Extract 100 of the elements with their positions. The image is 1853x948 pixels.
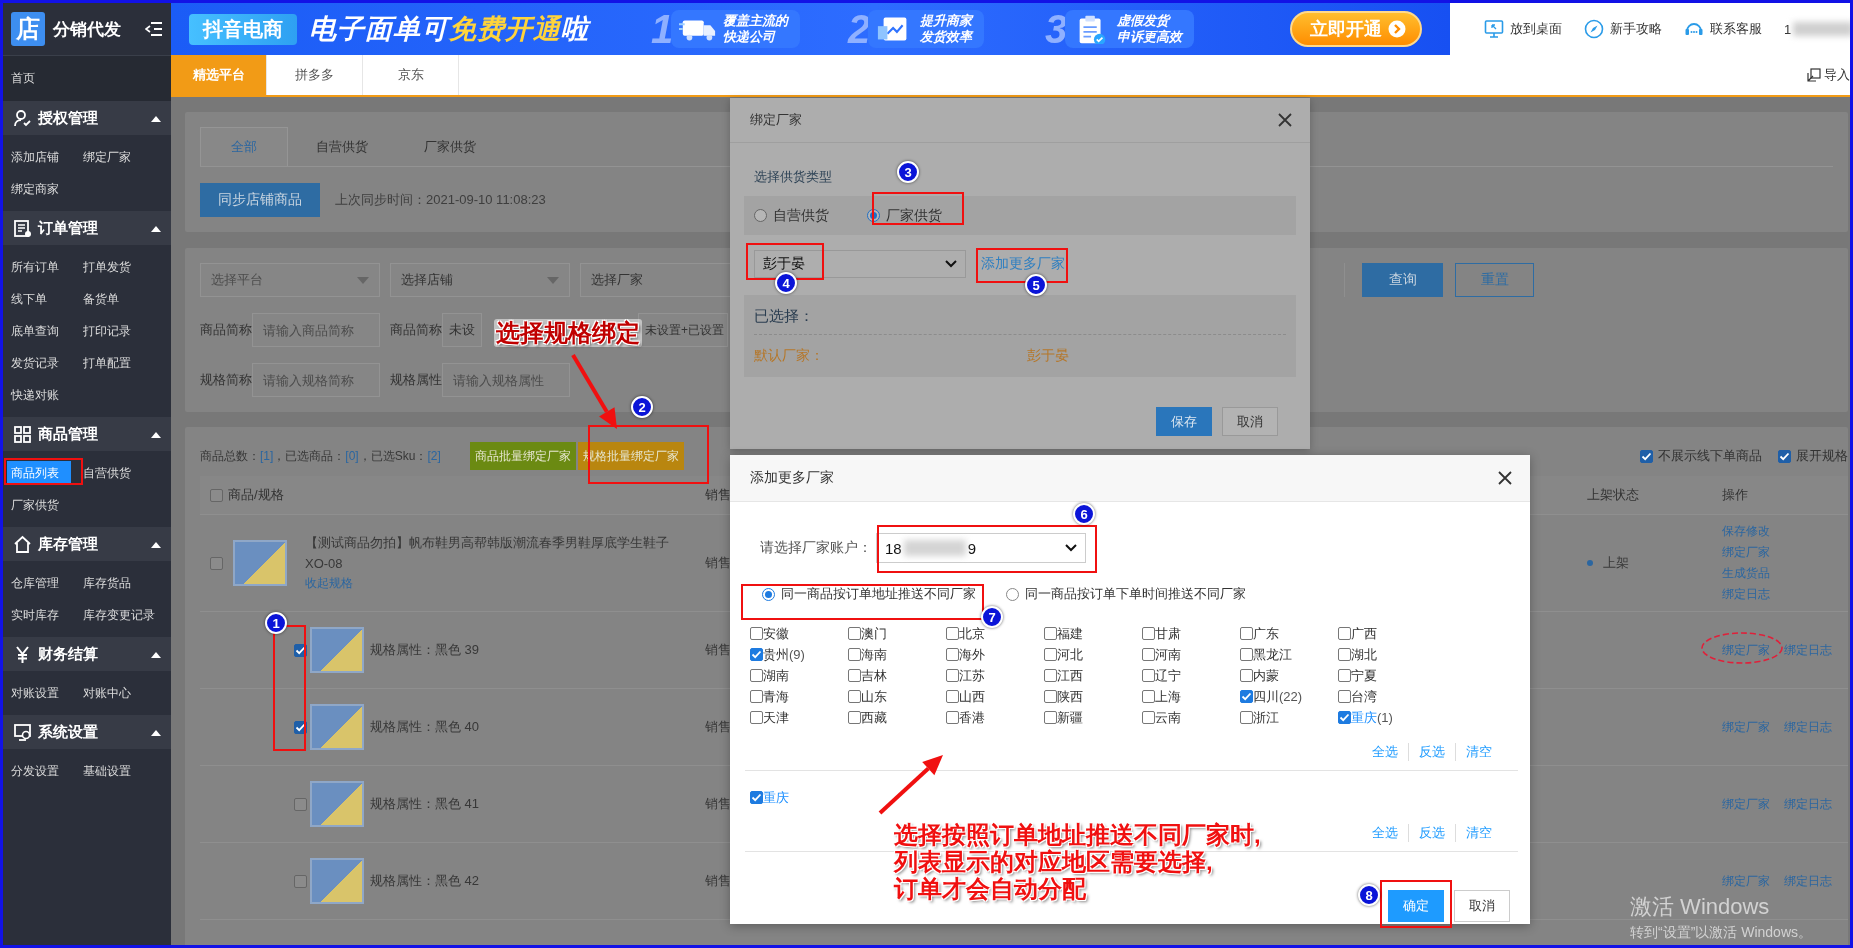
checkbox[interactable] [1240,669,1253,682]
menu-item[interactable]: 打单配置 [79,347,135,379]
batch-bind-button[interactable]: 商品批量绑定厂家 [469,442,576,470]
menu-item[interactable]: 分发设置 [7,755,63,787]
caret-icon[interactable] [151,114,161,122]
menu-item[interactable]: 底单查询 [7,315,63,347]
checkbox[interactable] [946,627,959,640]
menu-item[interactable]: 对账设置 [7,677,63,709]
menu-item[interactable]: 仓库管理 [7,567,63,599]
menu-item[interactable]: 基础设置 [79,755,135,787]
checkbox[interactable] [1640,449,1653,463]
checkbox[interactable] [1142,711,1155,724]
menu-item[interactable]: 线下单 [7,283,51,315]
menu-item[interactable]: 备货单 [79,283,123,315]
checkbox[interactable] [1142,669,1155,682]
menu-group-header[interactable]: 商品管理 [3,417,171,451]
collapse-menu-icon[interactable] [145,21,163,37]
caret-icon[interactable] [151,650,161,658]
query-button[interactable]: 查询 [1362,263,1443,297]
menu-item[interactable]: 厂家供货 [7,489,63,521]
caret-icon[interactable] [151,430,161,438]
caret-icon[interactable] [151,728,161,736]
checkbox[interactable] [1338,627,1351,640]
checkbox[interactable] [946,711,959,724]
checkbox[interactable] [848,648,861,661]
checkbox[interactable] [1338,648,1351,661]
menu-item[interactable]: 所有订单 [7,251,63,283]
checkbox[interactable] [1240,648,1253,661]
checkbox[interactable] [946,669,959,682]
home-menu-item[interactable]: 首页 [3,55,171,101]
select-field[interactable]: 选择店铺 [390,263,570,297]
checkbox[interactable] [848,669,861,682]
supply-tab[interactable]: 自营供货 [288,127,396,166]
checkbox[interactable] [1142,690,1155,703]
menu-item[interactable]: 实时库存 [7,599,63,631]
checkbox[interactable] [1338,690,1351,703]
checkbox[interactable] [1044,648,1057,661]
checkbox[interactable] [750,648,763,661]
radio-button[interactable] [754,209,767,222]
menu-item[interactable]: 绑定厂家 [79,141,135,173]
checkbox[interactable] [1240,711,1253,724]
checkbox[interactable] [210,556,223,570]
checkbox[interactable] [1338,669,1351,682]
promo-banner[interactable]: 抖音电商 电子面单可免费开通啦 1 覆盖主流的 快递公司 2 提升商家 发货效率 3 虚假发货 申诉更高效 立即开通 [171,3,1450,55]
checkbox[interactable] [1240,690,1253,703]
checkbox[interactable] [1142,648,1155,661]
checkbox[interactable] [750,669,763,682]
menu-item[interactable]: 对账中心 [79,677,135,709]
checkbox[interactable] [294,797,307,811]
menu-group-header[interactable]: 授权管理 [3,101,171,135]
checkbox[interactable] [1338,711,1351,724]
checkbox[interactable] [1044,711,1057,724]
menu-group-header[interactable]: 财务结算 [3,637,171,671]
checkbox[interactable] [1044,690,1057,703]
checkbox[interactable] [1240,627,1253,640]
close-icon[interactable] [1278,113,1292,127]
cancel-button[interactable]: 取消 [1222,407,1278,436]
account-select[interactable]: 18 9 [876,533,1086,563]
cancel-button[interactable]: 取消 [1454,890,1510,922]
save-button[interactable]: 保存 [1156,407,1212,436]
factory-select[interactable]: 彭于晏 [754,250,966,278]
menu-item[interactable]: 快递对账 [7,379,63,411]
checkbox[interactable] [946,690,959,703]
supply-tab[interactable]: 厂家供货 [396,127,504,166]
checkbox[interactable] [750,791,763,804]
menu-group-header[interactable]: 系统设置 [3,715,171,749]
menu-item[interactable]: 绑定商家 [7,173,63,205]
checkbox[interactable] [1044,627,1057,640]
menu-item[interactable]: 打印记录 [79,315,135,347]
menu-item[interactable]: 库存变更记录 [79,599,159,631]
select-field[interactable]: 未设置+已设置 [638,313,728,347]
caret-icon[interactable] [151,540,161,548]
close-icon[interactable] [1498,471,1512,485]
menu-item[interactable]: 自营供货 [79,457,135,489]
menu-item[interactable]: 库存货品 [79,567,135,599]
caret-icon[interactable] [151,224,161,232]
checkbox[interactable] [848,690,861,703]
checkbox[interactable] [210,488,223,502]
menu-group-header[interactable]: 订单管理 [3,211,171,245]
checkbox[interactable] [294,874,307,888]
header-link[interactable]: 新手攻略 [1584,19,1662,39]
checkbox[interactable] [750,690,763,703]
checkbox[interactable] [1044,669,1057,682]
select-field[interactable]: 未设 [442,313,482,347]
menu-group-header[interactable]: 库存管理 [3,527,171,561]
menu-item[interactable]: 打单发货 [79,251,135,283]
import-button[interactable]: 导入 [1807,55,1850,95]
checkbox[interactable] [848,627,861,640]
header-link[interactable]: 放到桌面 [1484,19,1562,39]
header-link[interactable]: 联系客服 [1684,19,1762,39]
menu-item[interactable]: 添加店铺 [7,141,63,173]
checkbox[interactable] [750,711,763,724]
menu-item[interactable]: 发货记录 [7,347,63,379]
checkbox[interactable] [1142,627,1155,640]
checkbox[interactable] [946,648,959,661]
checkbox[interactable] [1778,449,1791,463]
menu-item[interactable]: 商品列表 [7,461,71,485]
platform-tab[interactable]: 京东 [363,55,459,95]
checkbox[interactable] [750,627,763,640]
sync-button[interactable]: 同步店铺商品 [200,183,320,217]
